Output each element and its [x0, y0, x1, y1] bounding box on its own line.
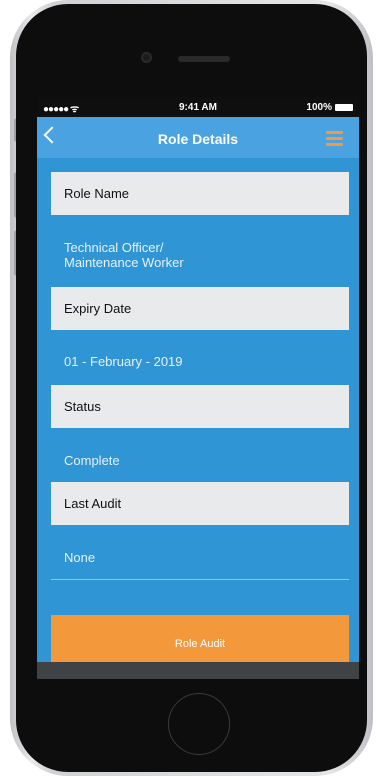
- role-name-value-line-2: Maintenance Worker: [64, 255, 184, 270]
- expiry-date-value: 01 - February - 2019: [64, 354, 183, 369]
- divider: [51, 579, 349, 580]
- home-button: [168, 693, 230, 755]
- status-value: Complete: [64, 453, 120, 468]
- expiry-date-label-box: Expiry Date: [51, 287, 349, 330]
- last-audit-label: Last Audit: [64, 496, 122, 511]
- camera-icon: [141, 52, 152, 63]
- last-audit-value: None: [64, 550, 96, 565]
- page-title: Role Details: [157, 131, 239, 147]
- screen: ●●●●● ᯤ 9:41 AM 100% Role Details Role N…: [37, 97, 359, 679]
- role-audit-button[interactable]: Role Audit: [51, 615, 349, 665]
- battery-icon: [335, 104, 353, 111]
- speaker-grille: [178, 56, 230, 62]
- role-name-value-line-1: Technical Officer/: [64, 240, 164, 255]
- screen-bottom-bar: [37, 662, 359, 679]
- last-audit-label-box: Last Audit: [51, 482, 349, 525]
- battery-percent: 100%: [306, 102, 332, 113]
- status-bar: ●●●●● ᯤ 9:41 AM 100%: [37, 97, 359, 117]
- status-label-box: Status: [51, 385, 349, 428]
- expiry-date-label: Expiry Date: [64, 301, 132, 316]
- role-name-label: Role Name: [64, 186, 130, 201]
- hamburger-menu-icon[interactable]: [326, 131, 343, 146]
- role-name-value: Technical Officer/ Maintenance Worker: [64, 240, 184, 270]
- role-name-label-box: Role Name: [51, 172, 349, 215]
- battery-status: 100%: [306, 102, 353, 113]
- nav-bar: Role Details: [37, 117, 359, 158]
- status-label: Status: [64, 399, 101, 414]
